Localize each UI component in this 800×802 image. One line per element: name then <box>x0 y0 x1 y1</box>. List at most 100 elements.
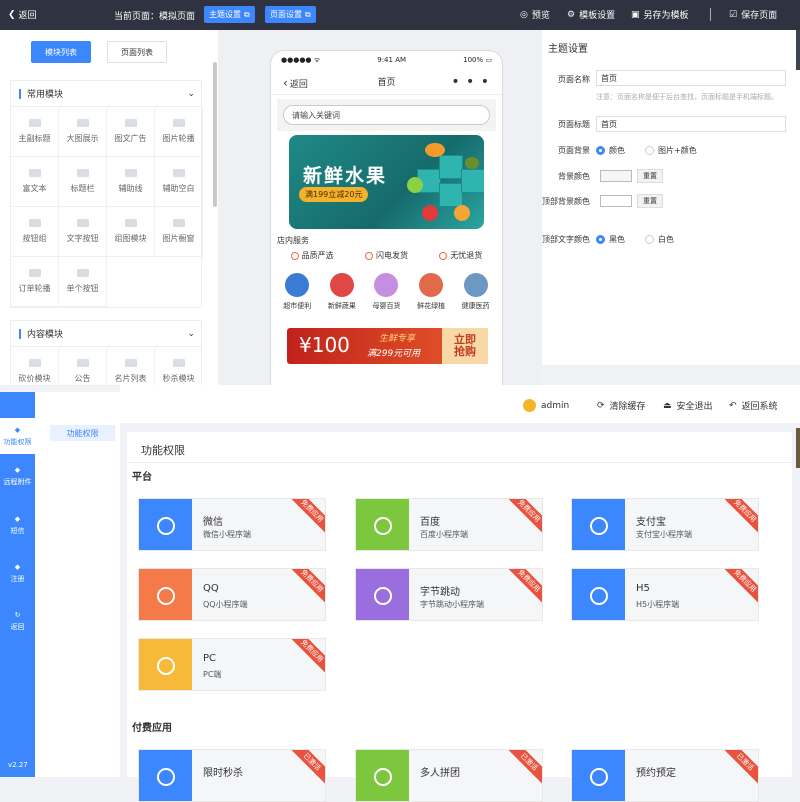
submenu-item-permissions[interactable]: 功能权限 <box>50 425 115 441</box>
sidebar-item-register[interactable]: ◆ 注册 <box>0 563 35 584</box>
bg-radio-image-color[interactable]: 图片+颜色 <box>645 145 697 156</box>
user-menu[interactable]: admin <box>523 399 569 412</box>
search-module: 请输入关键词 <box>277 99 496 131</box>
module-item[interactable]: 辅助空白 <box>155 157 203 207</box>
banner-image[interactable]: 新鲜水果 满199立减20元 <box>289 135 484 229</box>
radio-selected-icon <box>596 146 605 155</box>
module-item[interactable]: 图片橱窗 <box>155 207 203 257</box>
group-header[interactable]: 常用模块 ⌄ <box>11 81 201 107</box>
sidebar-item-label: 注册 <box>10 575 25 583</box>
template-settings-button[interactable]: ⚙ 模板设置 <box>567 8 615 22</box>
module-item[interactable]: 公告 <box>59 347 107 385</box>
platform-card[interactable]: 微信 微信小程序端 免费应用 <box>138 498 326 551</box>
top-bg-color-swatch[interactable] <box>600 195 632 207</box>
module-item[interactable]: 砍价模块 <box>11 347 59 385</box>
module-item[interactable]: 组图模块 <box>107 207 155 257</box>
page-name-field[interactable]: 首页 <box>596 70 786 86</box>
eye-icon: ◎ <box>520 9 528 20</box>
bg-color-swatch[interactable] <box>600 170 632 182</box>
category-item[interactable]: 超市便利 <box>283 273 311 311</box>
module-icon <box>124 219 137 227</box>
platform-name: PC <box>203 653 217 664</box>
category-item[interactable]: 母婴百货 <box>372 273 400 311</box>
category-item[interactable]: 鲜花绿植 <box>417 273 445 311</box>
platform-card[interactable]: H5 H5小程序端 免费应用 <box>571 568 759 621</box>
platform-card[interactable]: 支付宝 支付宝小程序端 免费应用 <box>571 498 759 551</box>
module-item[interactable]: 主副标题 <box>11 107 59 157</box>
module-item[interactable]: 文字按钮 <box>59 207 107 257</box>
tag-icon: ◆ <box>14 515 21 523</box>
theme-settings-panel: 主题设置 页面名称 首页 注意：页面名称是便于后台查找，页面标题是手机端标题。 … <box>542 30 800 365</box>
module-item[interactable]: 图片轮播 <box>155 107 203 157</box>
platform-name: QQ <box>203 583 219 594</box>
check-circle-icon <box>364 251 373 260</box>
external-link-icon: ⧉ <box>244 9 250 19</box>
text-radio-black[interactable]: 黑色 <box>596 234 625 245</box>
module-item[interactable]: 图文广告 <box>107 107 155 157</box>
back-system-button[interactable]: ↶ 返回系统 <box>729 399 778 413</box>
save-page-button[interactable]: ☑ 保存页面 <box>729 8 777 22</box>
theme-settings-button[interactable]: 主题设置 ⧉ <box>204 6 255 23</box>
page-title-field[interactable]: 首页 <box>596 116 786 132</box>
platform-name: 字节跳动 <box>420 587 460 598</box>
back-label: 返回 <box>18 11 37 21</box>
phone-back-button[interactable]: ‹ 返回 <box>283 76 308 90</box>
tab-module-list[interactable]: 模块列表 <box>31 41 91 63</box>
category-icon <box>285 273 310 297</box>
module-panel-scrollbar[interactable] <box>213 62 217 207</box>
bg-radio-color[interactable]: 颜色 <box>596 145 625 156</box>
top-bg-color-reset-button[interactable]: 重置 <box>637 194 663 208</box>
paid-app-card[interactable]: 预约预定 已激活 <box>571 749 759 802</box>
banner-title: 新鲜水果 <box>303 165 388 187</box>
lime-illustration <box>407 177 423 193</box>
module-item[interactable]: 标题栏 <box>59 157 107 207</box>
save-as-template-label: 另存为模板 <box>643 11 689 21</box>
module-label: 组图模块 <box>114 234 147 243</box>
sidebar-item-back[interactable]: ↻ 返回 <box>0 611 35 632</box>
module-item[interactable]: 大图展示 <box>59 107 107 157</box>
module-item[interactable]: 富文本 <box>11 157 59 207</box>
module-item[interactable]: 单个按钮 <box>59 257 107 307</box>
category-item[interactable]: 健康医药 <box>462 273 490 311</box>
clear-cache-button[interactable]: ⟳ 清除缓存 <box>597 399 646 413</box>
module-item[interactable]: 按钮组 <box>11 207 59 257</box>
page-settings-button[interactable]: 页面设置 ⧉ <box>265 6 316 23</box>
page-settings-label: 页面设置 <box>270 10 302 19</box>
free-badge: 免费应用 <box>502 569 542 608</box>
logout-button[interactable]: ⏏ 安全退出 <box>663 399 713 413</box>
radio-label: 黑色 <box>609 235 625 244</box>
platform-icon <box>139 499 192 550</box>
text-radio-white[interactable]: 白色 <box>645 234 674 245</box>
more-icon[interactable]: • • • <box>451 74 490 90</box>
sidebar-item-permissions[interactable]: ◆ 功能权限 <box>0 418 35 454</box>
save-as-template-button[interactable]: ▣ 另存为模板 <box>631 8 689 22</box>
back-button[interactable]: ❮ 返回 <box>8 8 37 22</box>
search-input[interactable]: 请输入关键词 <box>283 105 490 125</box>
bg-color-reset-button[interactable]: 重置 <box>637 169 663 183</box>
paid-app-card[interactable]: 多人拼团 已激活 <box>355 749 543 802</box>
category-item[interactable]: 新鲜蔬果 <box>328 273 356 311</box>
sidebar-item-sms[interactable]: ◆ 短信 <box>0 515 35 536</box>
module-icon <box>172 169 185 177</box>
group-header[interactable]: 内容模块 ⌄ <box>11 321 201 347</box>
paid-app-icon <box>572 750 625 801</box>
module-label: 图片轮播 <box>162 134 195 143</box>
section-title-platform: 平台 <box>132 472 152 483</box>
module-item[interactable]: 名片列表 <box>107 347 155 385</box>
platform-card[interactable]: 字节跳动 字节跳动小程序端 免费应用 <box>355 568 543 621</box>
back-system-label: 返回系统 <box>741 402 778 412</box>
mango-illustration <box>425 143 445 157</box>
module-item[interactable]: 秒杀模块 <box>155 347 201 385</box>
preview-button[interactable]: ◎ 预览 <box>520 8 550 22</box>
module-item[interactable]: 辅助线 <box>107 157 155 207</box>
module-item[interactable]: 订单轮播 <box>11 257 59 307</box>
sidebar-item-remote-attachments[interactable]: ◆ 远程附件 <box>0 466 35 487</box>
coupon-banner[interactable]: ¥100 生鲜专享 满299元可用 立即 抢购 <box>287 328 488 364</box>
coupon-grab-button[interactable]: 立即 抢购 <box>442 328 488 364</box>
paid-app-card[interactable]: 限时秒杀 已激活 <box>138 749 326 802</box>
platform-card[interactable]: 百度 百度小程序端 免费应用 <box>355 498 543 551</box>
module-label: 图片橱窗 <box>162 234 195 243</box>
platform-card[interactable]: QQ QQ小程序端 免费应用 <box>138 568 326 621</box>
tab-page-list[interactable]: 页面列表 <box>107 41 167 63</box>
platform-card[interactable]: PC PC端 免费应用 <box>138 638 326 691</box>
